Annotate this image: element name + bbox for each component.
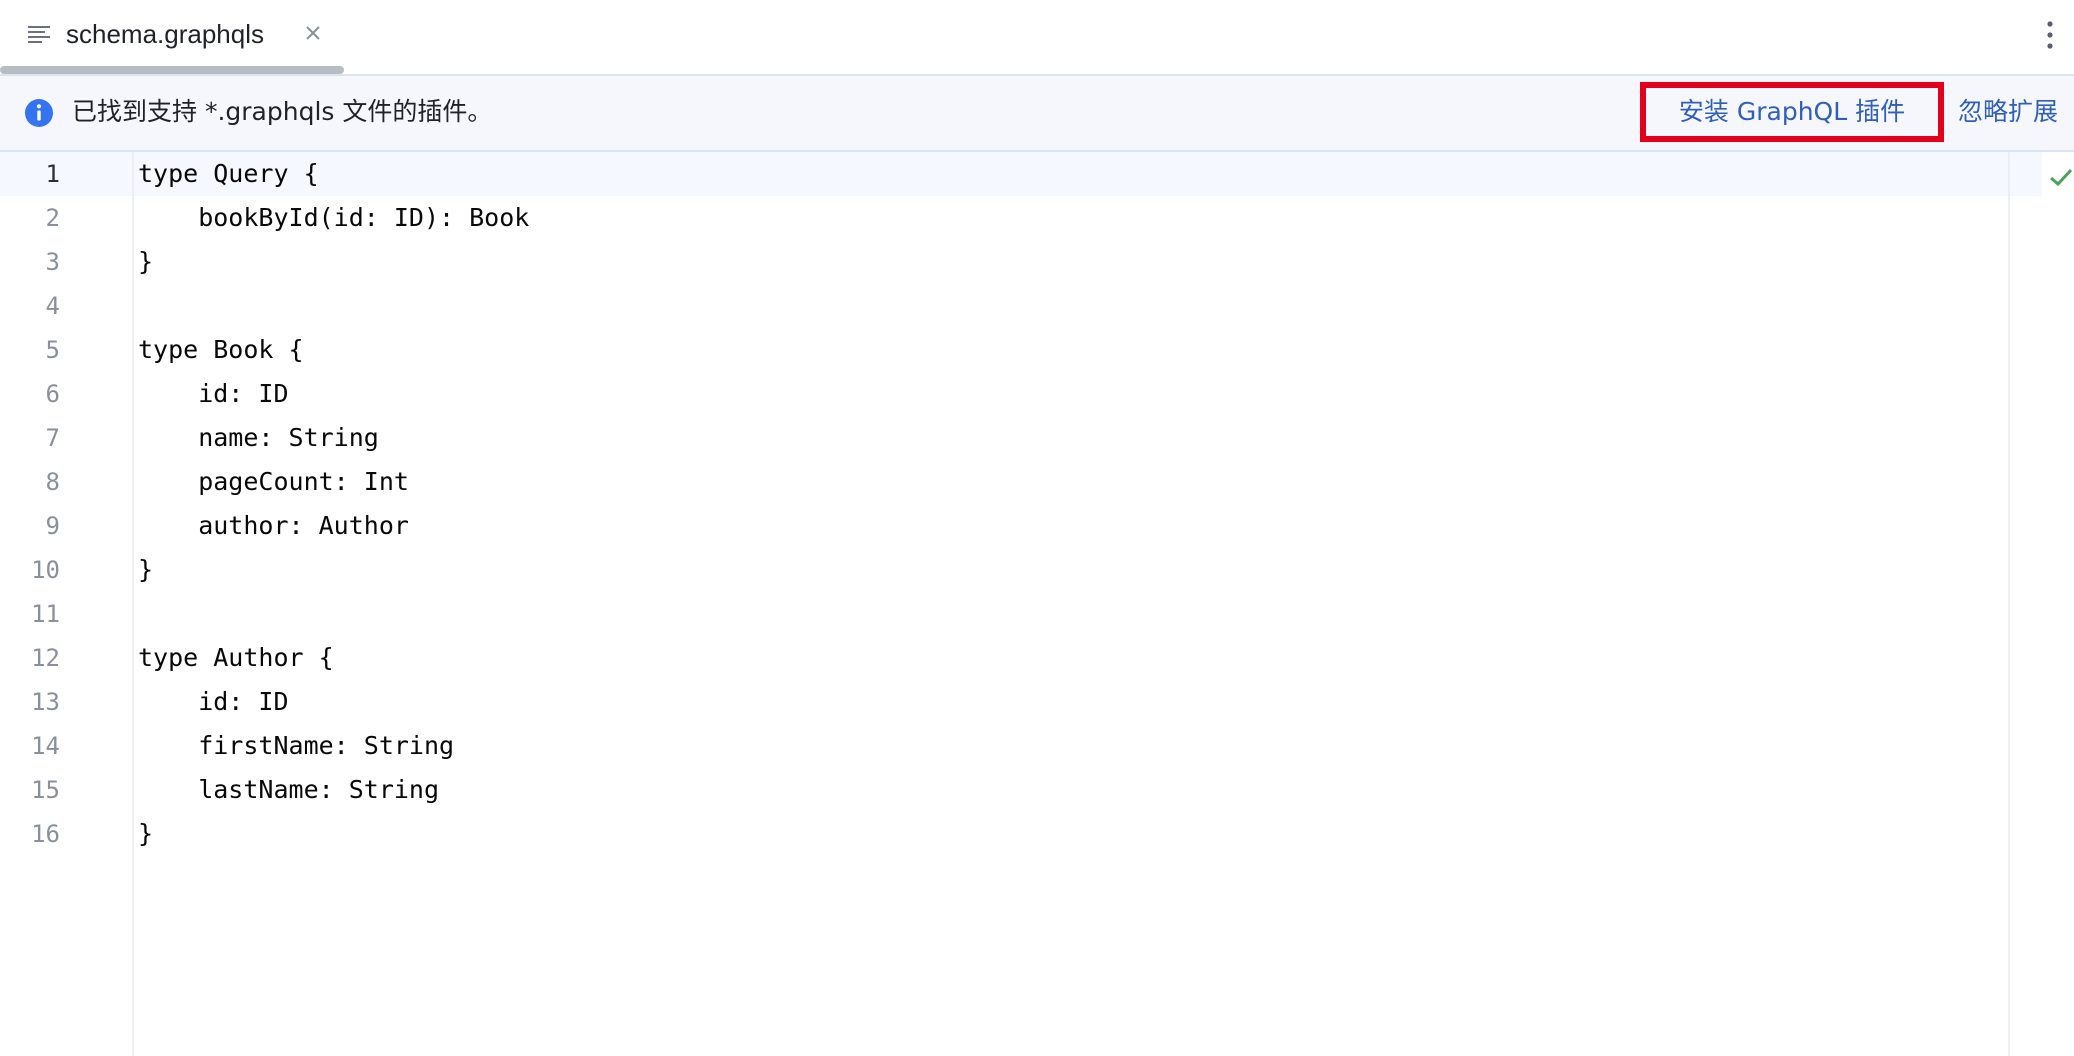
active-tab-indicator: [0, 66, 344, 74]
line-number: 1: [45, 160, 60, 188]
line-number: 10: [31, 556, 60, 584]
editor-tab-bar: schema.graphqls: [0, 0, 2074, 76]
code-line[interactable]: 5 type Book {: [0, 328, 2000, 372]
vertical-ellipsis-icon[interactable]: [2040, 18, 2060, 52]
banner-message: 已找到支持 *.graphqls 文件的插件。: [72, 97, 493, 126]
line-number: 3: [45, 248, 60, 276]
code-editor[interactable]: 1 type Query {2 bookById(id: ID): Book 3} 4…: [0, 152, 2074, 1056]
line-number: 2: [45, 204, 60, 232]
line-code: type Author {: [138, 643, 334, 672]
close-icon[interactable]: [300, 20, 326, 46]
error-stripe-divider: [2008, 152, 2010, 1056]
ignore-extension-link[interactable]: 忽略扩展: [1958, 94, 2058, 130]
line-number: 16: [31, 820, 60, 848]
line-code: type Query {: [138, 159, 319, 188]
line-number: 13: [31, 688, 60, 716]
code-line[interactable]: 6 id: ID: [0, 372, 2000, 416]
line-number: 8: [45, 468, 60, 496]
code-line[interactable]: 13 id: ID: [0, 680, 2000, 724]
code-line[interactable]: 1 type Query {: [0, 152, 2000, 196]
line-number: 11: [31, 600, 60, 628]
code-line[interactable]: 2 bookById(id: ID): Book: [0, 196, 2000, 240]
line-number: 5: [45, 336, 60, 364]
code-line[interactable]: 3}: [0, 240, 2000, 284]
line-code: }: [138, 819, 154, 848]
code-line[interactable]: 12 type Author {: [0, 636, 2000, 680]
plugin-suggestion-banner: 已找到支持 *.graphqls 文件的插件。 安装 GraphQL 插件 忽略…: [0, 76, 2074, 152]
line-code: bookById(id: ID): Book: [138, 203, 530, 232]
line-number: 12: [31, 644, 60, 672]
line-code: pageCount: Int: [138, 467, 409, 496]
tab-label: schema.graphqls: [66, 19, 264, 49]
code-line[interactable]: 15 lastName: String: [0, 768, 2000, 812]
line-code: id: ID: [138, 687, 289, 716]
install-graphql-plugin-link[interactable]: 安装 GraphQL 插件: [1640, 82, 1944, 142]
line-number: 9: [45, 512, 60, 540]
line-code: }: [138, 555, 154, 584]
line-code: type Book {: [138, 335, 304, 364]
line-code: }: [138, 247, 154, 276]
line-code: id: ID: [138, 379, 289, 408]
code-line[interactable]: 16}: [0, 812, 2000, 856]
info-icon: [25, 99, 53, 127]
ide-window: schema.graphqls 已找到支持 *.graphqls 文件的插件。 …: [0, 0, 2074, 1056]
line-number: 7: [45, 424, 60, 452]
line-number: 6: [45, 380, 60, 408]
code-line[interactable]: 8 pageCount: Int: [0, 460, 2000, 504]
code-line[interactable]: 7 name: String: [0, 416, 2000, 460]
code-line[interactable]: 11: [0, 592, 2000, 636]
line-number: 14: [31, 732, 60, 760]
code-line[interactable]: 9 author: Author: [0, 504, 2000, 548]
code-line[interactable]: 14 firstName: String: [0, 724, 2000, 768]
line-code: name: String: [138, 423, 379, 452]
tab-schema-graphqls[interactable]: schema.graphqls: [0, 0, 344, 76]
text-lines-icon: [28, 26, 50, 43]
line-code: firstName: String: [138, 731, 455, 760]
code-line[interactable]: 10}: [0, 548, 2000, 592]
line-code: author: Author: [138, 511, 409, 540]
line-number: 4: [45, 292, 60, 320]
line-code: lastName: String: [138, 775, 440, 804]
code-line[interactable]: 4: [0, 284, 2000, 328]
checkmark-icon[interactable]: [2048, 166, 2074, 188]
line-number: 15: [31, 776, 60, 804]
